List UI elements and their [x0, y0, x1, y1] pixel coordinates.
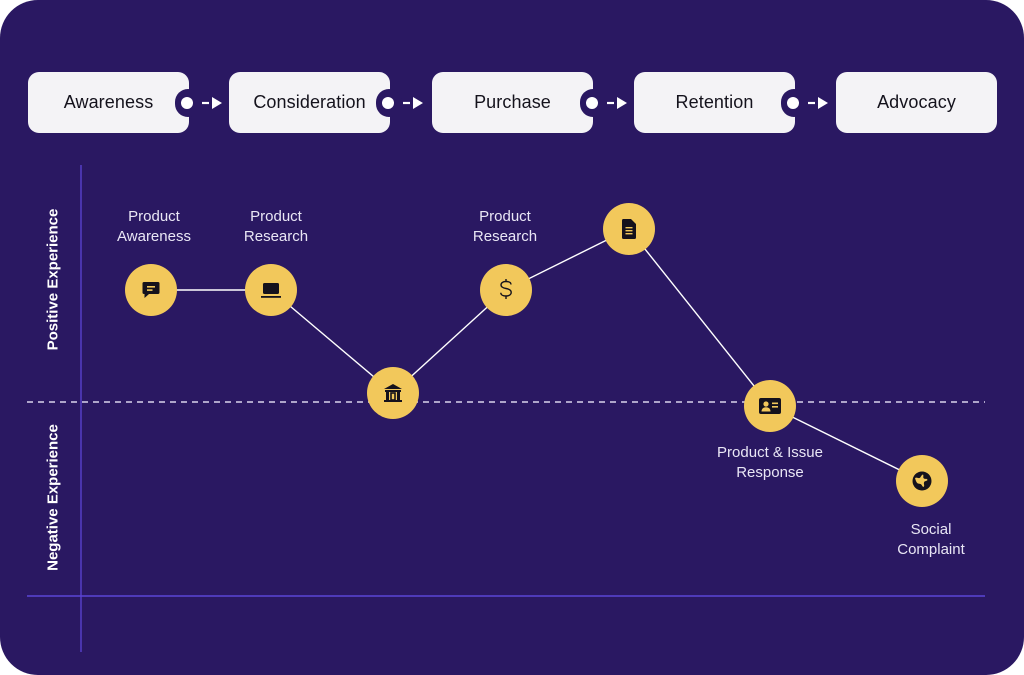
touchpoint-bank[interactable] — [367, 367, 419, 419]
node-label-product-research-2: Product Research — [472, 208, 538, 245]
node-label-product-research: Product Research — [243, 208, 309, 245]
id-card-icon — [759, 398, 781, 414]
positive-experience-label: Positive Experience — [44, 208, 62, 351]
touchpoint-social-complaint[interactable] — [896, 455, 948, 507]
laptop-icon — [261, 283, 281, 298]
negative-experience-label: Negative Experience — [44, 424, 62, 571]
node-label-product-awareness: Product Awareness — [117, 208, 191, 245]
touchpoint-product-awareness[interactable] — [125, 264, 177, 316]
journey-chart — [27, 165, 985, 652]
globe-icon — [912, 471, 932, 491]
bank-icon — [384, 384, 402, 402]
touchpoint-product-research[interactable] — [245, 264, 297, 316]
touchpoint-document[interactable] — [603, 203, 655, 255]
node-label-social-complaint: Social Complaint — [897, 521, 965, 558]
chat-bubble-icon — [142, 282, 160, 298]
dollar-icon — [500, 279, 512, 299]
touchpoint-purchase[interactable] — [480, 264, 532, 316]
document-icon — [621, 219, 636, 239]
journey-segment — [628, 228, 771, 407]
node-label-issue-response: Product & Issue Response — [717, 444, 823, 481]
touchpoint-issue-response[interactable] — [744, 380, 796, 432]
customer-journey-panel: Awareness Consideration Purchase Retenti… — [0, 0, 1024, 675]
